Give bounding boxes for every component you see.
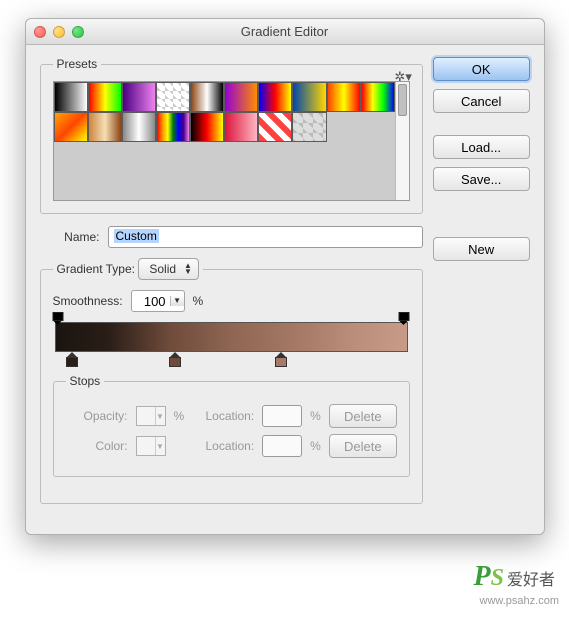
window-title: Gradient Editor [26, 24, 544, 39]
watermark-logo: PS 爱好者 [474, 561, 555, 593]
presets-legend: Presets [53, 57, 102, 71]
gradient-legend: Gradient Type: Solid ▲▼ [53, 258, 203, 280]
gradient-editor-window: Gradient Editor Presets ✲▾ Name: Custom [25, 18, 545, 535]
opacity-location-input [262, 405, 302, 427]
color-stop[interactable] [169, 352, 181, 364]
preset-swatch[interactable] [122, 82, 156, 112]
presets-scrollbar[interactable] [395, 82, 409, 200]
delete-opacity-button: Delete [329, 404, 397, 428]
preset-swatch[interactable] [327, 82, 361, 112]
preset-swatch[interactable] [190, 82, 224, 112]
color-stop[interactable] [275, 352, 287, 364]
save-button[interactable]: Save... [433, 167, 530, 191]
name-label: Name: [40, 230, 100, 244]
preset-swatch[interactable] [54, 82, 88, 112]
watermark-url: www.psahz.com [480, 595, 559, 607]
preset-swatch[interactable] [54, 112, 88, 142]
preset-swatch[interactable] [88, 82, 122, 112]
preset-swatch[interactable] [156, 112, 190, 142]
preset-swatch[interactable] [190, 112, 224, 142]
opacity-label: Opacity: [66, 409, 128, 423]
preset-swatch[interactable] [258, 82, 292, 112]
cancel-button[interactable]: Cancel [433, 89, 530, 113]
smoothness-label: Smoothness: [53, 294, 123, 308]
gradient-group: Gradient Type: Solid ▲▼ Smoothness: ▼ % [40, 258, 423, 504]
preset-swatch[interactable] [292, 112, 326, 142]
load-button[interactable]: Load... [433, 135, 530, 159]
preset-swatch[interactable] [122, 112, 156, 142]
gradient-type-select[interactable]: Solid ▲▼ [138, 258, 199, 280]
titlebar: Gradient Editor [26, 19, 544, 45]
ok-button[interactable]: OK [433, 57, 530, 81]
preset-swatch[interactable] [156, 82, 190, 112]
preset-swatch[interactable] [361, 82, 395, 112]
preset-swatch[interactable] [258, 112, 292, 142]
stops-legend: Stops [66, 374, 105, 388]
opacity-value: ▼ [136, 406, 166, 426]
opacity-stop[interactable] [399, 312, 410, 322]
stops-group: Stops Opacity: ▼ % Location: % Delete Co… [53, 374, 410, 477]
preset-swatch[interactable] [88, 112, 122, 142]
location-label: Location: [192, 439, 254, 453]
preset-swatch[interactable] [292, 82, 326, 112]
smoothness-stepper[interactable]: ▼ [131, 290, 185, 312]
color-location-input [262, 435, 302, 457]
color-label: Color: [66, 439, 128, 453]
presets-group: Presets ✲▾ [40, 57, 423, 214]
preset-swatch[interactable] [224, 82, 258, 112]
color-value: ▼ [136, 436, 166, 456]
gradient-bar[interactable] [55, 322, 408, 352]
new-button[interactable]: New [433, 237, 530, 261]
name-value: Custom [114, 229, 159, 243]
opacity-stop[interactable] [53, 312, 64, 322]
chevron-down-icon[interactable]: ▼ [170, 296, 184, 306]
gradient-preview-area [55, 322, 408, 352]
presets-box [53, 81, 410, 201]
color-stop[interactable] [66, 352, 78, 364]
location-label: Location: [192, 409, 254, 423]
preset-swatch[interactable] [224, 112, 258, 142]
chevron-updown-icon: ▲▼ [184, 263, 192, 275]
delete-color-button: Delete [329, 434, 397, 458]
smoothness-input[interactable] [132, 291, 170, 311]
